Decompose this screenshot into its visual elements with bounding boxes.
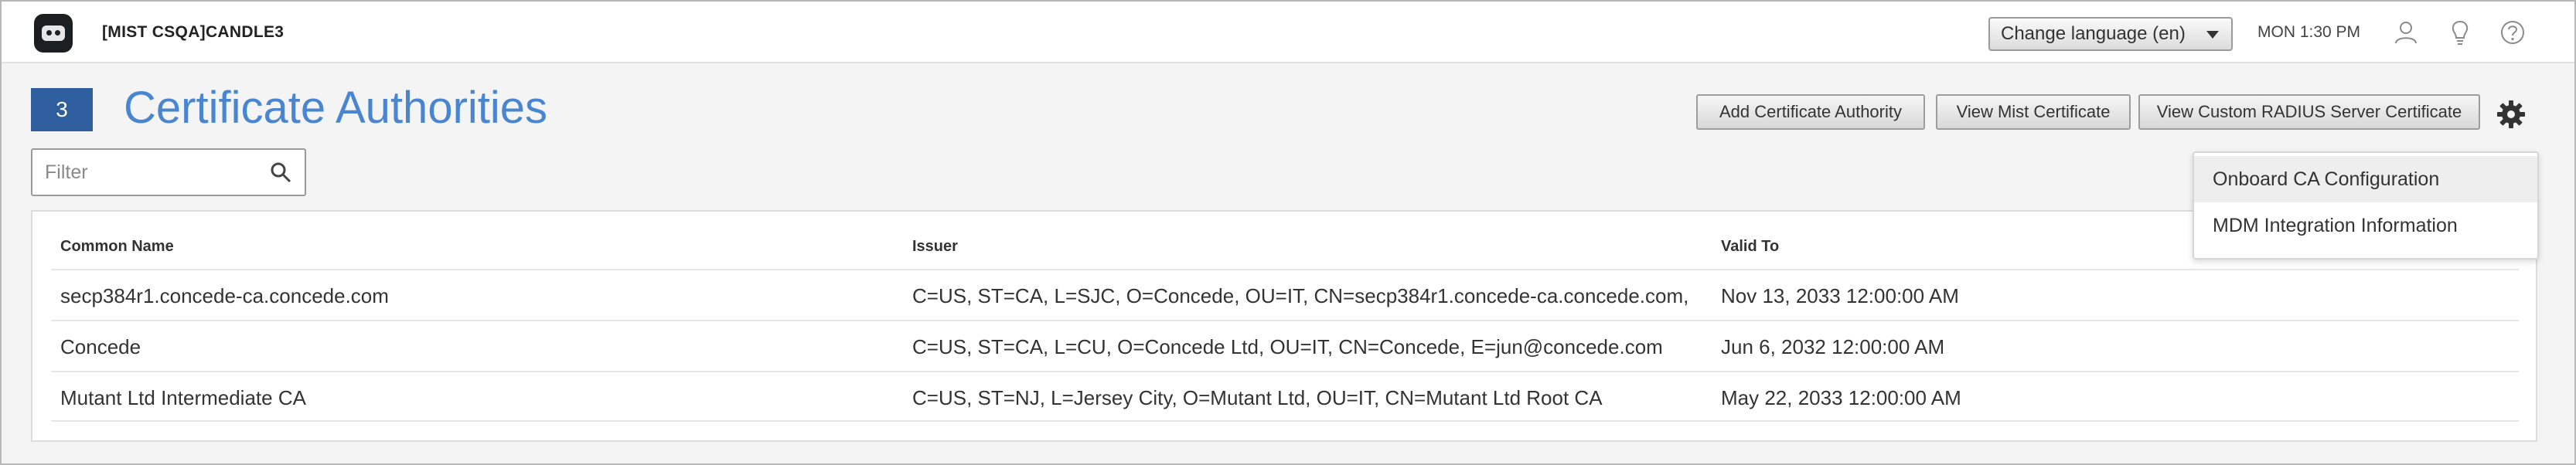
org-name[interactable]: [MIST CSQA]CANDLE3 <box>102 23 284 42</box>
issuer-cell: C=US, ST=CA, L=SJC, O=Concede, OU=IT, CN… <box>912 284 1693 307</box>
count-badge: 3 <box>31 88 93 131</box>
top-header: [MIST CSQA]CANDLE3 Change language (en) … <box>2 2 2574 63</box>
table-row[interactable]: Concede C=US, ST=CA, L=CU, O=Concede Ltd… <box>51 320 2519 371</box>
gear-icon[interactable] <box>2496 99 2527 130</box>
column-header-valid-to[interactable]: Valid To <box>1721 238 1779 256</box>
common-name-cell: secp384r1.concede-ca.concede.com <box>60 284 389 307</box>
chevron-down-icon <box>2206 31 2219 39</box>
lightbulb-icon[interactable] <box>2446 19 2474 46</box>
help-icon[interactable] <box>2499 19 2527 46</box>
issuer-cell: C=US, ST=NJ, L=Jersey City, O=Mutant Ltd… <box>912 386 1603 409</box>
search-icon[interactable] <box>269 161 292 184</box>
filter-input[interactable] <box>32 150 264 195</box>
table-row[interactable]: secp384r1.concede-ca.concede.com C=US, S… <box>51 269 2519 320</box>
page-title: Certificate Authorities <box>124 83 548 133</box>
view-custom-radius-certificate-button[interactable]: View Custom RADIUS Server Certificate <box>2138 94 2480 130</box>
add-certificate-authority-button[interactable]: Add Certificate Authority <box>1696 94 1925 130</box>
valid-to-cell: Jun 6, 2032 12:00:00 AM <box>1721 335 1945 358</box>
mist-logo-icon[interactable] <box>34 14 73 53</box>
settings-dropdown-menu: Onboard CA Configuration MDM Integration… <box>2193 151 2539 260</box>
language-select[interactable]: Change language (en) <box>1988 17 2233 51</box>
common-name-cell: Concede <box>60 335 141 358</box>
view-mist-certificate-button[interactable]: View Mist Certificate <box>1936 94 2131 130</box>
filter-box <box>31 148 306 196</box>
common-name-cell: Mutant Ltd Intermediate CA <box>60 386 306 409</box>
app-window: [MIST CSQA]CANDLE3 Change language (en) … <box>0 0 2576 465</box>
column-header-issuer[interactable]: Issuer <box>912 238 958 256</box>
column-header-common-name[interactable]: Common Name <box>60 238 174 256</box>
user-icon[interactable] <box>2392 19 2420 46</box>
menu-item-mdm-integration-information[interactable]: MDM Integration Information <box>2194 202 2537 249</box>
valid-to-cell: Nov 13, 2033 12:00:00 AM <box>1721 284 1959 307</box>
language-select-value: Change language (en) <box>2001 23 2186 44</box>
menu-item-onboard-ca-configuration[interactable]: Onboard CA Configuration <box>2194 156 2537 202</box>
table-row[interactable]: Mutant Ltd Intermediate CA C=US, ST=NJ, … <box>51 371 2519 422</box>
valid-to-cell: May 22, 2033 12:00:00 AM <box>1721 386 1961 409</box>
clock: MON 1:30 PM <box>2257 23 2361 41</box>
certificate-table: Common Name Issuer Valid To secp384r1.co… <box>31 210 2537 442</box>
issuer-cell: C=US, ST=CA, L=CU, O=Concede Ltd, OU=IT,… <box>912 335 1663 358</box>
